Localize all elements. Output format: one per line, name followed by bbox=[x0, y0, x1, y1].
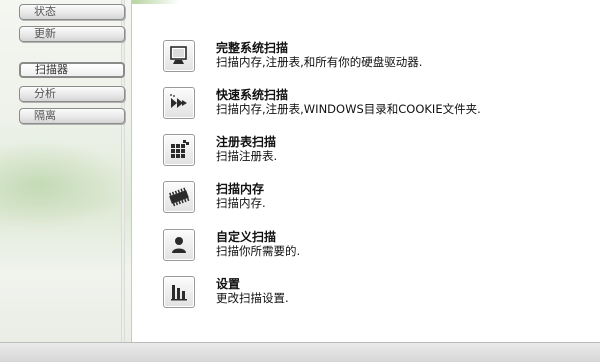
item-description: 扫描你所需要的. bbox=[216, 244, 301, 258]
sidebar: 状态 更新 扫描器 分析 隔离 bbox=[0, 0, 132, 342]
quick-scan-icon-button[interactable] bbox=[163, 87, 195, 119]
sidebar-decoration bbox=[0, 140, 131, 230]
sidebar-item-label: 分析 bbox=[34, 87, 56, 100]
item-description: 扫描内存,注册表,WINDOWS目录和COOKIE文件夹. bbox=[216, 102, 481, 116]
user-icon bbox=[172, 237, 186, 253]
memory-scan-option[interactable]: 扫描内存 扫描内存. bbox=[163, 179, 583, 219]
bottom-status-bar bbox=[0, 342, 600, 362]
fast-forward-arrows-icon bbox=[170, 94, 187, 108]
sidebar-item-label: 更新 bbox=[34, 27, 56, 40]
memory-scan-icon-button[interactable] bbox=[163, 181, 195, 213]
settings-option[interactable]: 设置 更改扫描设置. bbox=[163, 274, 583, 314]
registry-scan-option[interactable]: 注册表扫描 扫描注册表. bbox=[163, 132, 583, 172]
sidebar-item-scanner[interactable]: 扫描器 bbox=[19, 62, 125, 78]
settings-icon-button[interactable] bbox=[163, 276, 195, 308]
sidebar-item-label: 状态 bbox=[34, 5, 56, 18]
item-description: 扫描内存,注册表,和所有你的硬盘驱动器. bbox=[216, 55, 423, 69]
sidebar-item-label: 隔离 bbox=[34, 109, 56, 122]
sidebar-item-quarantine[interactable]: 隔离 bbox=[19, 108, 125, 124]
custom-scan-option[interactable]: 自定义扫描 扫描你所需要的. bbox=[163, 227, 583, 267]
sidebar-item-analysis[interactable]: 分析 bbox=[19, 86, 125, 102]
full-system-scan-option[interactable]: 完整系统扫描 扫描内存,注册表,和所有你的硬盘驱动器. bbox=[163, 38, 583, 78]
full-scan-icon-button[interactable] bbox=[163, 40, 195, 72]
sidebar-item-label: 扫描器 bbox=[35, 63, 68, 76]
custom-scan-icon-button[interactable] bbox=[163, 229, 195, 261]
item-description: 更改扫描设置. bbox=[216, 291, 289, 305]
item-description: 扫描内存. bbox=[216, 196, 266, 210]
quick-system-scan-option[interactable]: 快速系统扫描 扫描内存,注册表,WINDOWS目录和COOKIE文件夹. bbox=[163, 85, 583, 125]
sidebar-divider bbox=[121, 0, 125, 342]
item-description: 扫描注册表. bbox=[216, 149, 278, 163]
memory-chip-icon bbox=[169, 187, 190, 207]
registry-grid-icon bbox=[171, 140, 189, 158]
bar-chart-settings-icon bbox=[171, 285, 187, 301]
monitor-icon bbox=[170, 46, 187, 64]
sidebar-item-update[interactable]: 更新 bbox=[19, 26, 125, 42]
registry-scan-icon-button[interactable] bbox=[163, 134, 195, 166]
sidebar-item-status[interactable]: 状态 bbox=[19, 4, 125, 20]
